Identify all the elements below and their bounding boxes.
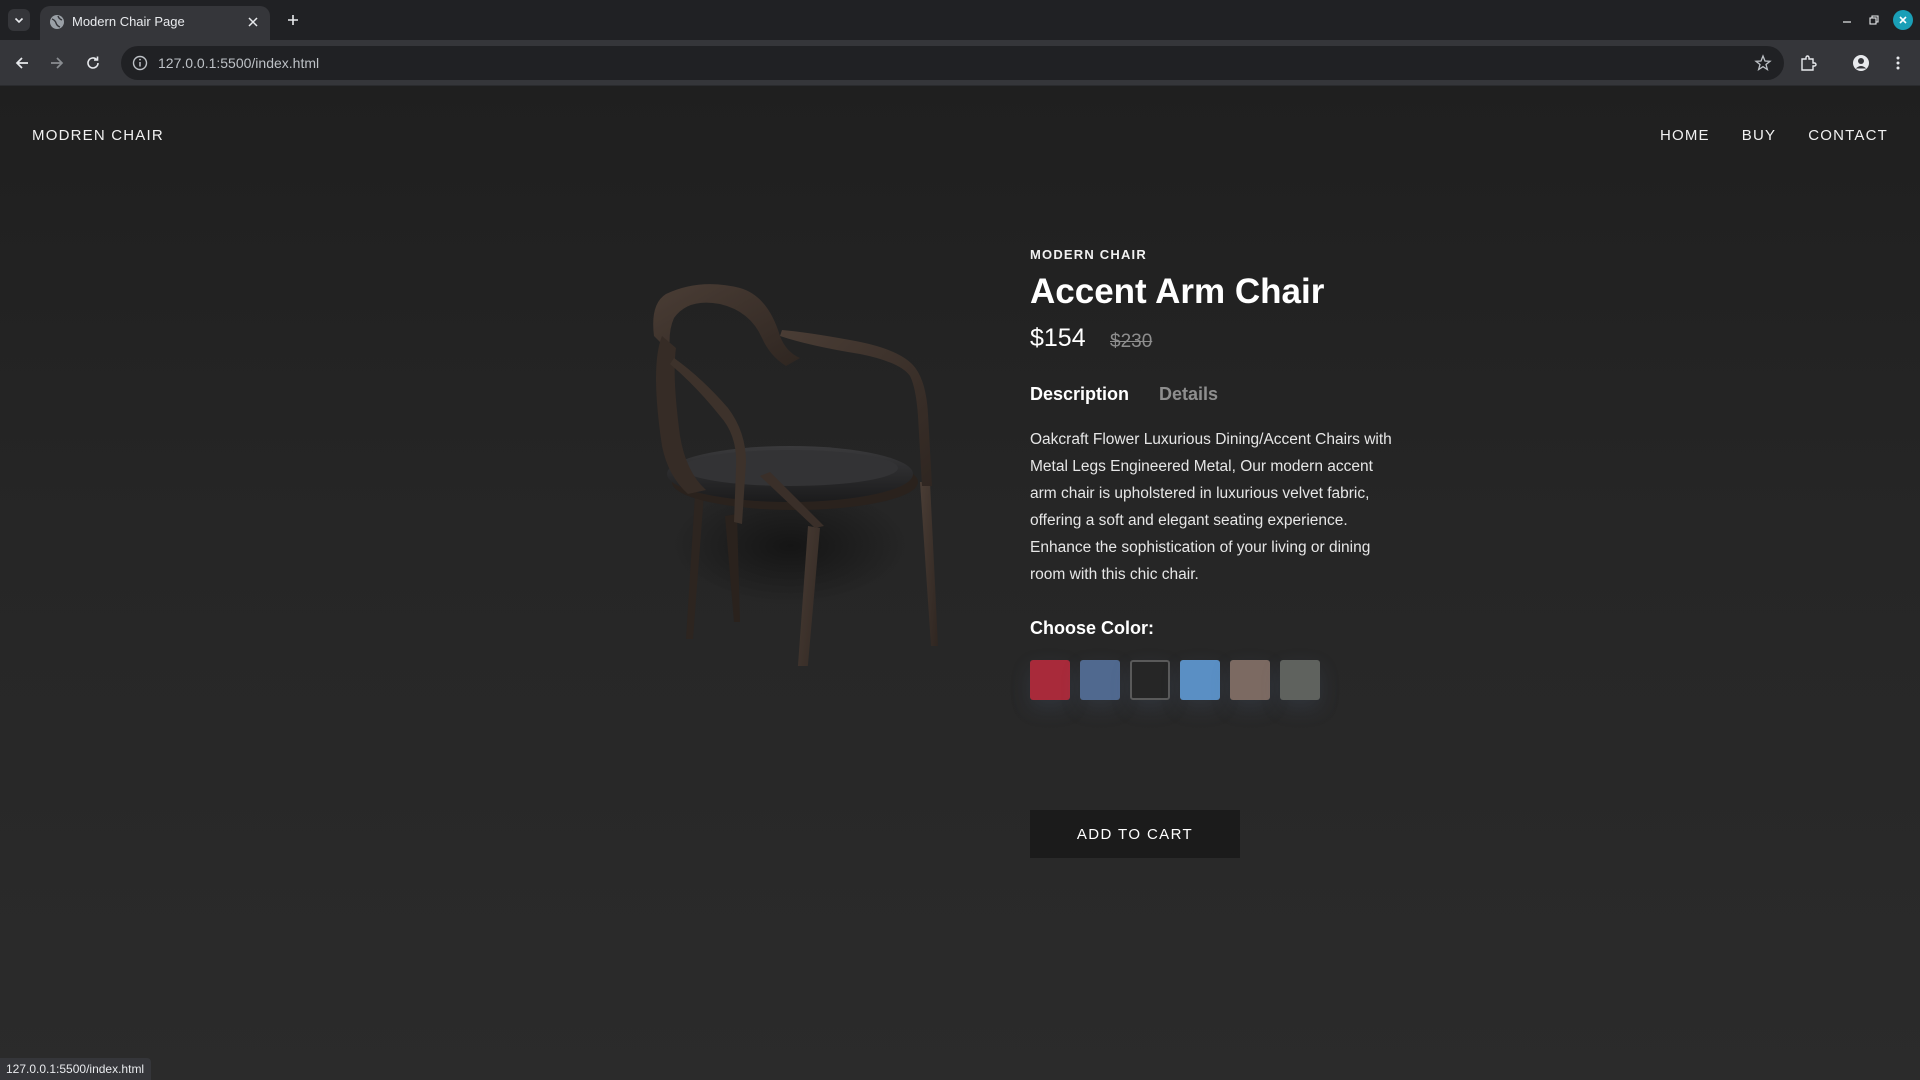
- chevron-down-icon: [14, 17, 24, 24]
- browser-tab-active[interactable]: Modern Chair Page: [40, 6, 270, 40]
- back-button[interactable]: [10, 51, 34, 75]
- browser-tabstrip: Modern Chair Page: [0, 0, 1920, 40]
- tab-title: Modern Chair Page: [72, 14, 185, 29]
- arrow-right-icon: [51, 57, 64, 69]
- profile-button[interactable]: [1849, 51, 1873, 75]
- url-text[interactable]: 127.0.0.1:5500/index.html: [158, 55, 319, 71]
- color-swatch-red[interactable]: [1030, 660, 1070, 700]
- minimize-button[interactable]: [1837, 10, 1857, 30]
- extensions-button[interactable]: [1796, 51, 1820, 75]
- account-icon: [1853, 55, 1869, 71]
- minimize-icon: [1843, 21, 1851, 23]
- site-info-icon[interactable]: [131, 54, 149, 72]
- reload-button[interactable]: [81, 51, 105, 75]
- chair-illustration: [653, 284, 938, 666]
- nav-home-link[interactable]: HOME: [1660, 127, 1710, 144]
- tab-details[interactable]: Details: [1159, 384, 1218, 405]
- color-swatch-denim-blue[interactable]: [1080, 660, 1120, 700]
- product-title: Accent Arm Chair: [1030, 272, 1325, 311]
- color-swatch-black[interactable]: [1130, 660, 1170, 700]
- add-to-cart-button[interactable]: ADD TO CART: [1030, 810, 1240, 858]
- nav-contact-link[interactable]: CONTACT: [1808, 127, 1888, 144]
- page-viewport: MODREN CHAIR HOME BUY CONTACT MODERN CHA…: [0, 86, 1920, 1080]
- arrow-left-icon: [15, 57, 28, 69]
- color-swatch-sky-blue[interactable]: [1180, 660, 1220, 700]
- color-swatches: [1030, 660, 1320, 700]
- close-icon: [1899, 16, 1907, 24]
- color-swatch-taupe[interactable]: [1230, 660, 1270, 700]
- nav-buy-link[interactable]: BUY: [1742, 127, 1776, 144]
- product-price: $154: [1030, 324, 1086, 352]
- product-eyebrow: MODERN CHAIR: [1030, 247, 1147, 262]
- close-icon: [248, 17, 258, 27]
- choose-color-label: Choose Color:: [1030, 618, 1154, 638]
- tab-description[interactable]: Description: [1030, 384, 1129, 405]
- browser-menu-button[interactable]: [1886, 51, 1910, 75]
- product-image: [610, 236, 950, 666]
- globe-icon: [50, 15, 64, 29]
- status-bar-url: 127.0.0.1:5500/index.html: [0, 1058, 152, 1080]
- restore-icon: [1869, 15, 1879, 25]
- color-swatch-grey-green[interactable]: [1280, 660, 1320, 700]
- more-vertical-icon: [1896, 56, 1900, 70]
- plus-icon: [288, 15, 298, 25]
- address-bar[interactable]: 127.0.0.1:5500/index.html: [121, 46, 1784, 80]
- star-icon[interactable]: [1754, 54, 1772, 72]
- restore-button[interactable]: [1864, 10, 1884, 30]
- new-tab-button[interactable]: [282, 9, 304, 31]
- main-nav: HOME BUY CONTACT: [1660, 127, 1888, 144]
- tab-search-button[interactable]: [8, 9, 30, 31]
- tab-close-button[interactable]: [244, 13, 262, 31]
- site-logo[interactable]: MODREN CHAIR: [32, 127, 164, 144]
- product-tabs: Description Details: [1030, 384, 1218, 405]
- puzzle-icon: [1801, 55, 1817, 71]
- product-old-price: $230: [1110, 331, 1153, 352]
- reload-icon: [87, 56, 99, 69]
- browser-toolbar: 127.0.0.1:5500/index.html: [0, 40, 1920, 86]
- product-description: Oakcraft Flower Luxurious Dining/Accent …: [1030, 431, 1392, 583]
- window-close-button[interactable]: [1893, 10, 1913, 30]
- forward-button[interactable]: [45, 51, 69, 75]
